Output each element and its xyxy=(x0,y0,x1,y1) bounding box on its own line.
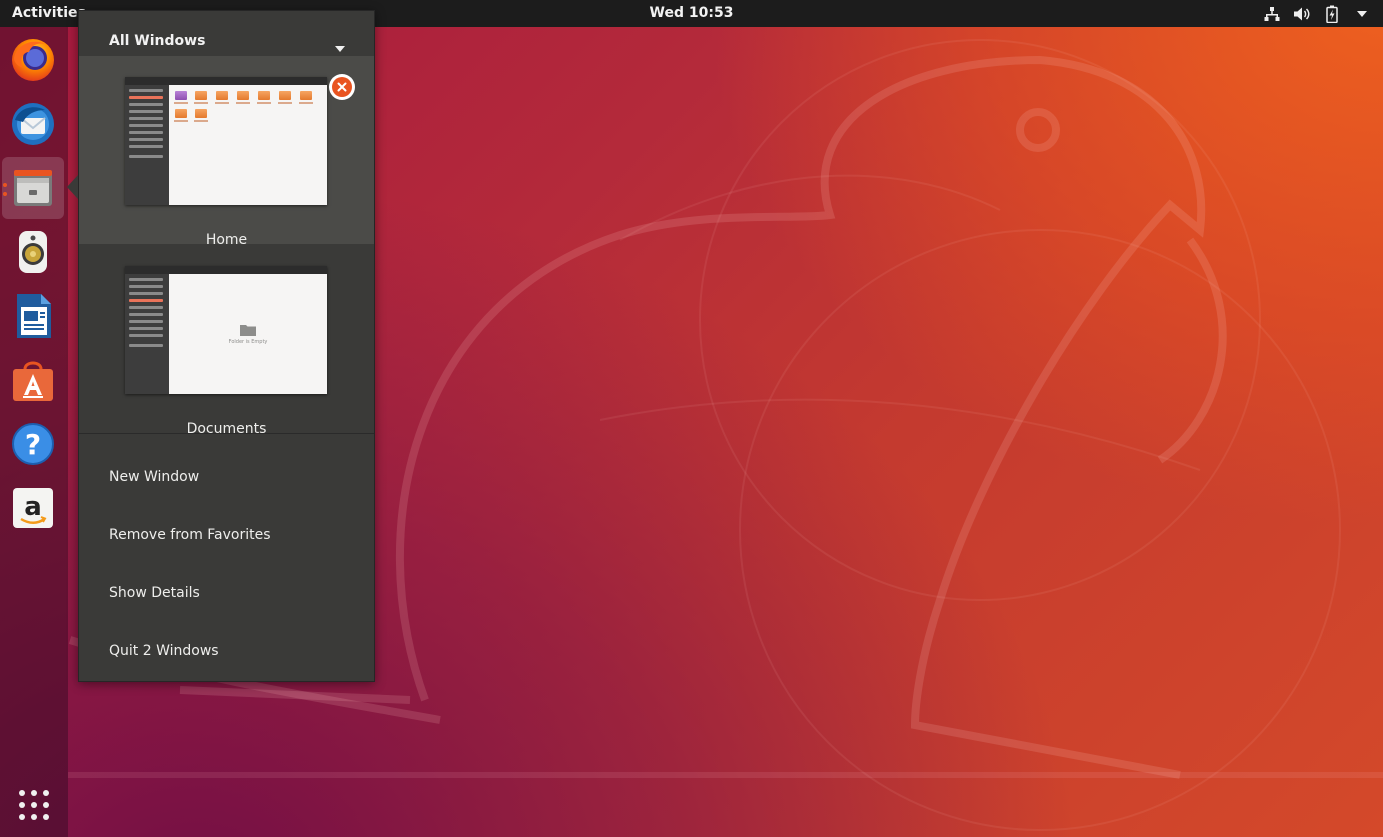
amazon-icon: a xyxy=(13,488,53,528)
folder-icon xyxy=(240,324,256,336)
window-title: Documents xyxy=(186,421,267,437)
close-window-button[interactable] xyxy=(329,74,355,100)
menu-item-show-details[interactable]: Show Details xyxy=(79,573,374,613)
dock-item-firefox[interactable] xyxy=(2,29,64,91)
svg-text:?: ? xyxy=(25,428,41,461)
software-icon xyxy=(13,361,53,401)
running-indicator xyxy=(3,183,7,187)
show-apps-button[interactable] xyxy=(17,788,51,822)
dock: ? a xyxy=(0,27,68,837)
menu-item-quit-windows[interactable]: Quit 2 Windows xyxy=(79,631,374,671)
app-context-menu: All Windows Home Folder is Empty Documen… xyxy=(78,10,375,682)
network-icon[interactable] xyxy=(1261,3,1283,25)
window-thumbnail: Folder is Empty xyxy=(125,266,327,394)
dock-item-rhythmbox[interactable] xyxy=(2,221,64,283)
writer-icon xyxy=(17,294,51,338)
menu-item-label: New Window xyxy=(109,469,200,485)
grid-icon xyxy=(19,790,49,820)
status-area[interactable] xyxy=(1261,0,1373,27)
menu-pointer-arrow xyxy=(67,175,78,199)
desktop: Activities Wed 10:53 ? a All Windows Hom… xyxy=(0,0,1383,837)
dock-item-thunderbird[interactable] xyxy=(2,93,64,155)
svg-text:a: a xyxy=(24,492,42,522)
dock-item-files[interactable] xyxy=(2,157,64,219)
all-windows-header[interactable]: All Windows xyxy=(79,28,374,56)
dock-item-amazon[interactable]: a xyxy=(2,477,64,539)
thunderbird-icon xyxy=(12,103,54,145)
files-icon xyxy=(14,170,52,206)
dock-item-ubuntu-software[interactable] xyxy=(2,349,64,411)
volume-icon[interactable] xyxy=(1291,3,1313,25)
rhythmbox-icon xyxy=(19,231,47,273)
firefox-icon xyxy=(12,39,54,81)
chevron-down-icon[interactable] xyxy=(335,37,345,56)
menu-item-label: Remove from Favorites xyxy=(109,527,271,543)
battery-icon[interactable] xyxy=(1321,3,1343,25)
system-menu-chevron-icon[interactable] xyxy=(1351,3,1373,25)
running-indicator xyxy=(3,192,7,196)
empty-folder-text: Folder is Empty xyxy=(228,338,268,345)
menu-item-label: Quit 2 Windows xyxy=(109,643,219,659)
dock-item-writer[interactable] xyxy=(2,285,64,347)
all-windows-label: All Windows xyxy=(109,33,206,49)
close-icon xyxy=(337,82,347,92)
menu-item-remove-from-favorites[interactable]: Remove from Favorites xyxy=(79,515,374,555)
menu-separator xyxy=(79,433,374,434)
dock-item-help[interactable]: ? xyxy=(2,413,64,475)
menu-item-new-window[interactable]: New Window xyxy=(79,457,374,497)
menu-item-label: Show Details xyxy=(109,585,200,601)
window-preview-documents[interactable]: Folder is Empty Documents xyxy=(79,245,374,437)
help-icon: ? xyxy=(12,423,54,465)
clock-label[interactable]: Wed 10:53 xyxy=(650,5,734,21)
window-thumbnail xyxy=(125,77,327,205)
